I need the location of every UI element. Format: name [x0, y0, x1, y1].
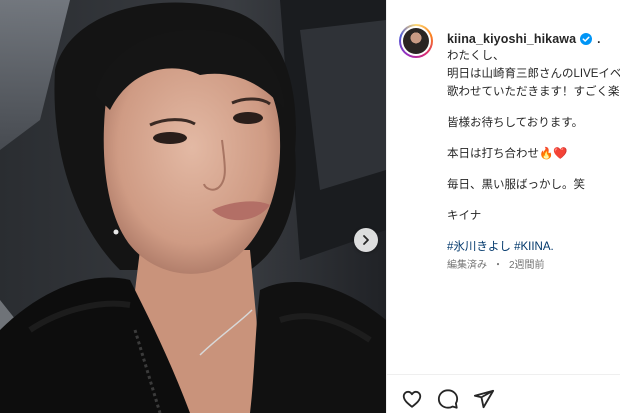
timestamp-link[interactable]: 2週間前	[509, 260, 545, 271]
meta-separator: ・	[493, 260, 503, 271]
verified-badge-icon	[580, 33, 593, 45]
caption-line: キイナ	[447, 210, 482, 222]
next-photo-button[interactable]	[354, 228, 378, 252]
heart-icon[interactable]	[401, 388, 423, 410]
post-photo[interactable]	[0, 0, 386, 413]
username-row: kiina_kiyoshi_hikawa .	[447, 32, 601, 46]
comment-icon[interactable]	[437, 388, 459, 410]
caption-line: わたくし、	[447, 50, 505, 62]
caption-line: 歌わせていただきます！すごく楽	[447, 86, 620, 98]
post-caption: わたくし、 明日は山崎育三郎さんのLIVEイベ 歌わせていただきます！すごく楽 …	[447, 47, 620, 256]
paper-plane-icon[interactable]	[473, 388, 495, 410]
caption-line: 明日は山崎育三郎さんのLIVEイベ	[447, 68, 620, 80]
username-link[interactable]: kiina_kiyoshi_hikawa	[447, 32, 576, 46]
chevron-right-icon	[363, 235, 369, 245]
hashtag-links[interactable]: #氷川きよし #KIINA.	[447, 238, 620, 256]
post-meta: 編集済み・ 2週間前	[447, 256, 551, 271]
post-detail-panel: kiina_kiyoshi_hikawa . わたくし、 明日は山崎育三郎さんの…	[386, 0, 620, 413]
avatar-photo	[403, 28, 429, 54]
avatar[interactable]	[399, 24, 433, 58]
caption-line: 皆様お待ちしております。	[447, 117, 584, 129]
edited-label: 編集済み	[447, 260, 487, 271]
action-bar	[387, 374, 620, 413]
caption-line: 毎日、黒い服ばっかし。笑	[447, 179, 585, 191]
separator-dot: .	[597, 32, 601, 46]
post-header	[399, 24, 433, 58]
caption-line: 本日は打ち合わせ🔥❤️	[447, 148, 568, 160]
instagram-post-view: kiina_kiyoshi_hikawa . わたくし、 明日は山崎育三郎さんの…	[0, 0, 620, 413]
portrait-photo	[0, 0, 386, 413]
